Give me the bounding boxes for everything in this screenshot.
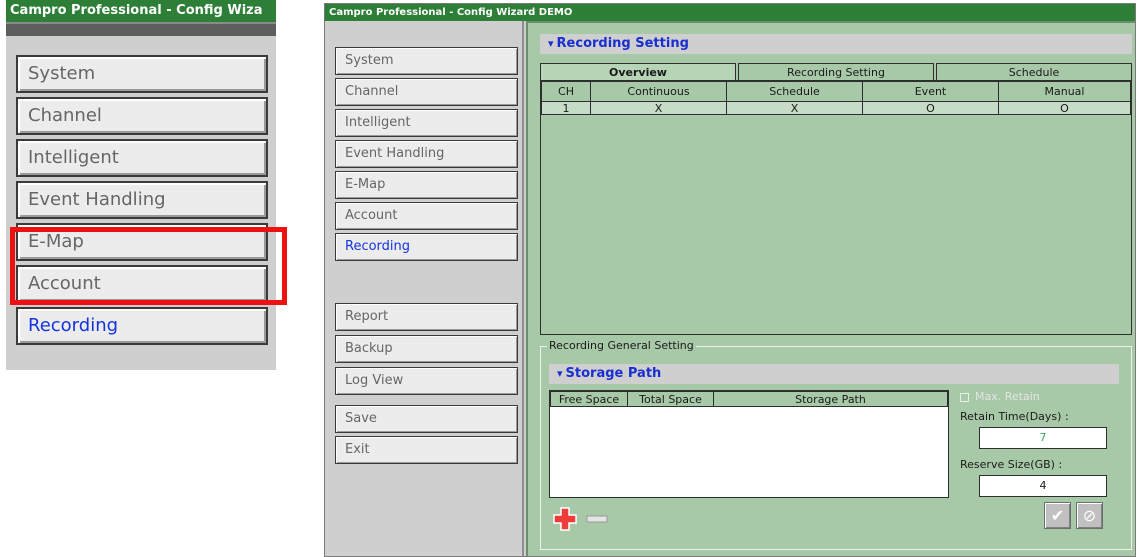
storage-table: Free Space Total Space Storage Path xyxy=(550,391,948,407)
zoom-sidebar: System Channel Intelligent Event Handlin… xyxy=(6,36,276,370)
zoom-item-event-handling[interactable]: Event Handling xyxy=(16,181,268,219)
col-header-total-space[interactable]: Total Space xyxy=(627,391,714,407)
sidebar-item-recording[interactable]: Recording xyxy=(335,233,518,261)
overview-panel: CH Continuous Schedule Event Manual 1 X … xyxy=(540,80,1132,335)
add-icon[interactable] xyxy=(553,507,577,531)
cell-event[interactable]: O xyxy=(862,101,999,115)
overview-header-row: CH Continuous Schedule Event Manual xyxy=(541,81,1131,102)
cell-schedule[interactable]: X xyxy=(726,101,863,115)
table-row[interactable]: 1 X X O O xyxy=(541,101,1131,115)
sidebar-item-account[interactable]: Account xyxy=(335,202,518,230)
storage-header-row: Free Space Total Space Storage Path xyxy=(550,391,948,407)
zoom-toolbar-strip xyxy=(6,22,276,36)
zoomed-menu-panel: Campro Professional - Config Wiza System… xyxy=(6,0,276,370)
col-header-storage-path[interactable]: Storage Path xyxy=(713,391,948,407)
sidebar-item-channel[interactable]: Channel xyxy=(335,78,518,106)
sidebar-item-e-map[interactable]: E-Map xyxy=(335,171,518,199)
zoom-item-system[interactable]: System xyxy=(16,55,268,93)
general-group-legend: Recording General Setting xyxy=(547,339,696,352)
sidebar-item-system[interactable]: System xyxy=(335,47,518,75)
tab-schedule[interactable]: Schedule xyxy=(936,63,1132,81)
sidebar-item-event-handling[interactable]: Event Handling xyxy=(335,140,518,168)
col-header-manual[interactable]: Manual xyxy=(998,81,1131,102)
zoom-item-channel[interactable]: Channel xyxy=(16,97,268,135)
window-title-bar: Campro Professional - Config Wizard DEMO xyxy=(325,4,1135,21)
tab-bar: Overview Recording Setting Schedule xyxy=(540,63,1132,82)
overview-table: CH Continuous Schedule Event Manual 1 X … xyxy=(541,81,1131,115)
sidebar-item-backup[interactable]: Backup xyxy=(335,335,518,363)
retain-time-label: Retain Time(Days) : xyxy=(960,410,1069,423)
storage-path-title: Storage Path xyxy=(565,366,662,381)
reserve-size-label: Reserve Size(GB) : xyxy=(960,458,1063,471)
storage-path-list[interactable]: Free Space Total Space Storage Path xyxy=(549,390,949,498)
zoom-item-recording[interactable]: Recording xyxy=(16,307,268,345)
col-header-free-space[interactable]: Free Space xyxy=(550,391,628,407)
apply-check-icon[interactable]: ✔ xyxy=(1044,502,1071,529)
zoom-title-bar: Campro Professional - Config Wiza xyxy=(6,0,276,22)
max-retain-checkbox[interactable] xyxy=(960,393,969,402)
recording-setting-title: Recording Setting xyxy=(556,36,689,51)
reserve-size-input[interactable]: 4 xyxy=(979,475,1107,497)
cell-continuous[interactable]: X xyxy=(590,101,727,115)
recording-general-group: Recording General Setting ▾ Storage Path … xyxy=(540,339,1132,550)
zoom-item-intelligent[interactable]: Intelligent xyxy=(16,139,268,177)
cancel-icon[interactable]: ⊘ xyxy=(1076,502,1103,529)
section-collapse-icon: ▾ xyxy=(557,367,563,380)
sidebar-item-intelligent[interactable]: Intelligent xyxy=(335,109,518,137)
cell-manual[interactable]: O xyxy=(998,101,1131,115)
col-header-event[interactable]: Event xyxy=(862,81,999,102)
sidebar-item-report[interactable]: Report xyxy=(335,303,518,331)
col-header-ch[interactable]: CH xyxy=(541,81,591,102)
tab-recording-setting[interactable]: Recording Setting xyxy=(738,63,934,81)
retain-time-input[interactable]: 7 xyxy=(979,427,1107,449)
highlight-annotation-box xyxy=(10,227,287,305)
remove-icon[interactable] xyxy=(586,514,608,524)
recording-content-panel: ▾ Recording Setting Overview Recording Se… xyxy=(526,21,1135,556)
section-collapse-icon: ▾ xyxy=(548,37,554,50)
col-header-continuous[interactable]: Continuous xyxy=(590,81,727,102)
sidebar: System Channel Intelligent Event Handlin… xyxy=(325,21,524,556)
config-wizard-window: Campro Professional - Config Wizard DEMO… xyxy=(324,3,1136,557)
storage-path-header[interactable]: ▾ Storage Path xyxy=(549,364,1119,384)
max-retain-label: Max. Retain xyxy=(975,390,1040,403)
recording-setting-header[interactable]: ▾ Recording Setting xyxy=(540,34,1132,54)
exit-button[interactable]: Exit xyxy=(335,436,518,464)
cell-ch: 1 xyxy=(541,101,591,115)
sidebar-item-log-view[interactable]: Log View xyxy=(335,367,518,395)
col-header-schedule[interactable]: Schedule xyxy=(726,81,863,102)
save-button[interactable]: Save xyxy=(335,405,518,433)
